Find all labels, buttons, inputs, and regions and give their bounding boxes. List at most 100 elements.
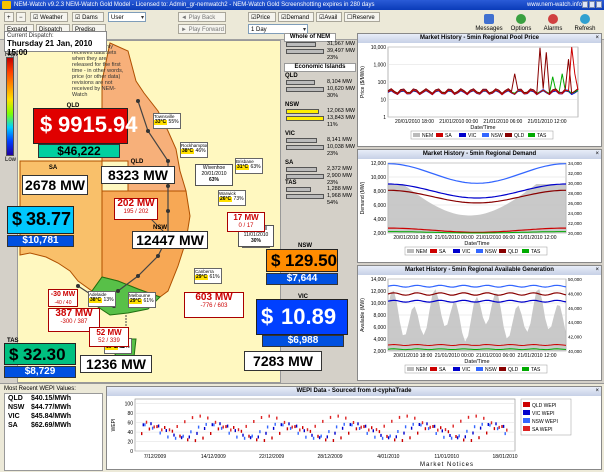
- reserve-toggle[interactable]: ☐Reserve: [344, 12, 380, 22]
- nsw-price: 129.50: [285, 251, 337, 270]
- weather-station-brisbane[interactable]: Brisbane 31°C 63%: [235, 158, 263, 174]
- weather-toggle[interactable]: ☑ Weather: [30, 12, 68, 22]
- dam-wivenhoe[interactable]: Wivenhoe 20/01/2010 63%: [195, 164, 233, 186]
- wepi-point: [421, 421, 424, 425]
- y-tick-label: 10: [380, 98, 386, 104]
- qni-flow[interactable]: 202 MW 195 / 202: [114, 198, 158, 220]
- maximize-icon[interactable]: [589, 1, 595, 8]
- wepi-point: [306, 428, 309, 432]
- x-tick-label: 14/12/2009: [201, 454, 226, 460]
- y2-tick-label: 24,000: [568, 211, 582, 216]
- legend-swatch: [523, 410, 530, 415]
- weather-station-townsville[interactable]: Townsville 33°C 55%: [153, 113, 181, 129]
- wepi-point: [311, 433, 313, 437]
- y2-tick-label: 30,000: [568, 181, 582, 186]
- legend-swatch: [523, 418, 530, 423]
- y2-tick-label: 22,000: [568, 221, 582, 226]
- murraylink-flow[interactable]: -30 MW -40 / 40: [48, 289, 78, 307]
- alarms-button[interactable]: Alarms: [538, 12, 568, 34]
- y-tick-label: 2,000: [373, 349, 386, 355]
- tas-demand-value: $8,729: [4, 366, 76, 378]
- tas-price-box[interactable]: TAS $ 32.30: [4, 338, 76, 365]
- wepi-point: [501, 425, 503, 428]
- zoom-out-button[interactable]: −: [16, 12, 26, 22]
- close-icon[interactable]: ×: [595, 266, 599, 275]
- wepi-point: [329, 415, 332, 419]
- y2-tick-label: 40,000: [568, 349, 582, 354]
- dams-toggle[interactable]: ☑ Dams: [72, 12, 104, 22]
- chart-title-text: WEPI Data - Sourced from d-cyphaTrade: [296, 388, 412, 394]
- vic-nsw-flow[interactable]: 603 MW -776 / 603: [184, 292, 244, 318]
- wepi-point: [320, 434, 322, 438]
- play-back-label: Play Back: [188, 15, 216, 21]
- play-back-button[interactable]: ◄ Play Back: [178, 12, 226, 22]
- close-icon[interactable]: ×: [595, 34, 599, 43]
- price-history-chart[interactable]: Market History - 5min Regional Pool Pric…: [357, 33, 602, 147]
- wepi-point: [179, 434, 181, 438]
- minimize-icon[interactable]: [582, 1, 588, 8]
- close-icon[interactable]: ×: [595, 387, 599, 396]
- close-icon[interactable]: [596, 1, 602, 8]
- wepi-point: [325, 438, 327, 442]
- wepi-point: [249, 436, 252, 440]
- available-generation-chart[interactable]: Market History - 5min Regional Available…: [357, 265, 602, 381]
- wepi-point: [317, 434, 319, 438]
- sa-price-box[interactable]: $ 38.77: [7, 206, 74, 234]
- legend-label: SA: [439, 249, 446, 255]
- wepi-point: [389, 434, 391, 438]
- weather-station-canberra[interactable]: Canberra 29°C 61%: [194, 268, 222, 284]
- price-toggle[interactable]: ☑Price: [248, 12, 276, 22]
- close-icon[interactable]: ×: [595, 150, 599, 159]
- wepi-point: [450, 436, 453, 440]
- wepi-point: [156, 425, 158, 429]
- vic-price-box[interactable]: $ 10.89: [256, 299, 348, 335]
- y-tick-label: 10,000: [371, 45, 387, 51]
- weather-humidity: 46%: [194, 148, 206, 154]
- basslink-flow[interactable]: 52 MW 52 / 339: [89, 327, 129, 347]
- avail-toggle[interactable]: ☑Avail: [316, 12, 342, 22]
- dam-pct: 63%: [208, 177, 219, 183]
- play-forward-button[interactable]: ► Play Forward: [178, 24, 226, 34]
- user-select[interactable]: User: [108, 12, 146, 22]
- y-tick-label: 10,000: [371, 301, 387, 307]
- wepi-point: [478, 436, 480, 440]
- weather-station-melbourne[interactable]: Melbourne 29°C 61%: [128, 292, 156, 308]
- y-tick-label: 40: [127, 430, 133, 436]
- zoom-in-button[interactable]: +: [4, 12, 14, 22]
- wepi-point: [426, 422, 428, 426]
- qld-price-box[interactable]: $ 9915.94: [33, 108, 138, 144]
- wepi-point: [375, 428, 378, 432]
- x-tick-label: 21/01/2010 12:00: [528, 119, 567, 125]
- y-tick-label: 4,000: [373, 217, 386, 223]
- demand-history-chart[interactable]: Market History - 5min Regional Demand × 2…: [357, 149, 602, 263]
- weather-station-adelaide[interactable]: Adelaide 38°C 13%: [88, 291, 116, 307]
- wepi-chart[interactable]: WEPI Data - Sourced from d-cyphaTrade × 0…: [106, 386, 602, 470]
- capacity-bar: [286, 174, 324, 179]
- wepi-point: [211, 423, 213, 427]
- weather-station-warwick[interactable]: Warwick 26°C 73%: [218, 190, 246, 206]
- weather-station-rockhampton[interactable]: Rockhampton 38°C 46%: [180, 142, 208, 158]
- wepi-point: [268, 414, 270, 418]
- y2-tick-label: 42,000: [568, 335, 582, 340]
- legend-swatch: [505, 133, 512, 137]
- capacity-value: 8,104 MW: [327, 79, 353, 85]
- side-region-label: SA: [285, 160, 294, 166]
- market-notices-label[interactable]: Market Notices: [420, 462, 474, 468]
- legend-label: TAS: [531, 367, 541, 373]
- terranora-flow[interactable]: 17 MW 0 / 17: [227, 212, 265, 232]
- capacity-bar: [286, 42, 316, 47]
- refresh-button[interactable]: Refresh: [570, 12, 600, 34]
- wepi-point: [444, 428, 447, 432]
- wepi-point: [452, 424, 454, 428]
- wepi-point: [470, 439, 473, 442]
- messages-button[interactable]: Messages: [474, 12, 504, 34]
- legend-swatch: [523, 426, 530, 431]
- wepi-point: [498, 425, 500, 429]
- options-button[interactable]: Options: [506, 12, 536, 34]
- website-link[interactable]: www.nem-watch.info: [527, 0, 582, 10]
- capacity-value: 39,497 MW: [327, 48, 356, 54]
- demand-toggle[interactable]: ☑Demand: [278, 12, 314, 22]
- side-region-label: VIC: [285, 131, 296, 137]
- nsw-price-box[interactable]: $ 129.50: [266, 249, 338, 272]
- wepi-row: VIC $45.84/MWh: [5, 412, 102, 421]
